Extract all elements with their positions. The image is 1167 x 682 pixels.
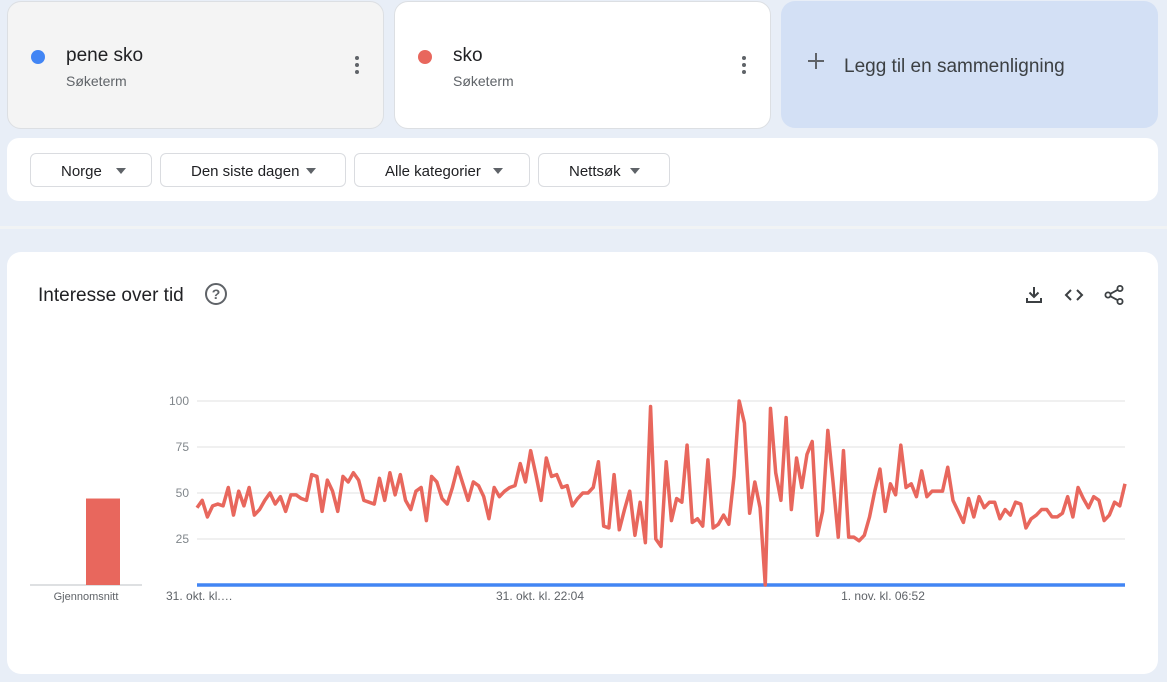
category-filter-dropdown[interactable]: Alle kategorier <box>354 153 530 187</box>
filter-label: Nettsøk <box>569 163 621 180</box>
x-tick-label: 1. nov. kl. 06:52 <box>841 589 925 603</box>
filter-label: Norge <box>61 163 102 180</box>
x-tick-label: 31. okt. kl. 22:04 <box>496 589 584 603</box>
term-name: sko <box>453 45 483 66</box>
x-tick-label: 31. okt. kl.… <box>166 589 233 603</box>
search-type-filter-dropdown[interactable]: Nettsøk <box>538 153 670 187</box>
y-tick-label: 75 <box>176 440 190 454</box>
filter-label: Den siste dagen <box>191 163 300 180</box>
series-color-dot <box>418 50 432 64</box>
add-comparison-label: Legg til en sammenligning <box>844 56 1065 77</box>
term-card-pene-sko[interactable]: pene sko Søketerm <box>7 1 384 129</box>
filter-label: Alle kategorier <box>385 163 481 180</box>
caret-down-icon <box>493 168 503 174</box>
term-type-label: Søketerm <box>66 73 127 89</box>
add-comparison-button[interactable]: Legg til en sammenligning <box>781 1 1158 128</box>
y-tick-label: 25 <box>176 532 190 546</box>
series-color-dot <box>31 50 45 64</box>
y-tick-label: 50 <box>176 486 190 500</box>
term-type-label: Søketerm <box>453 73 514 89</box>
more-vert-icon[interactable] <box>740 56 748 78</box>
term-card-sko[interactable]: sko Søketerm <box>394 1 771 129</box>
interest-line-chart: 25 50 75 100 Gjennomsnitt 31. okt. kl.… 31. … <box>30 394 1127 603</box>
average-bar-sko <box>86 498 120 585</box>
average-label: Gjennomsnitt <box>54 591 119 603</box>
section-divider <box>0 226 1167 229</box>
more-vert-icon[interactable] <box>353 56 361 78</box>
region-filter-dropdown[interactable]: Norge <box>30 153 152 187</box>
term-name: pene sko <box>66 45 144 66</box>
caret-down-icon <box>306 168 316 174</box>
y-tick-label: 100 <box>169 394 189 408</box>
time-range-filter-dropdown[interactable]: Den siste dagen <box>160 153 346 187</box>
caret-down-icon <box>116 168 126 174</box>
plus-icon <box>808 53 824 69</box>
caret-down-icon <box>630 168 640 174</box>
filter-bar: Norge Den siste dagen Alle kategorier Ne… <box>7 138 1158 201</box>
interest-over-time-card: Interesse over tid ? 25 50 75 100 Gjennomsn… <box>7 252 1158 674</box>
